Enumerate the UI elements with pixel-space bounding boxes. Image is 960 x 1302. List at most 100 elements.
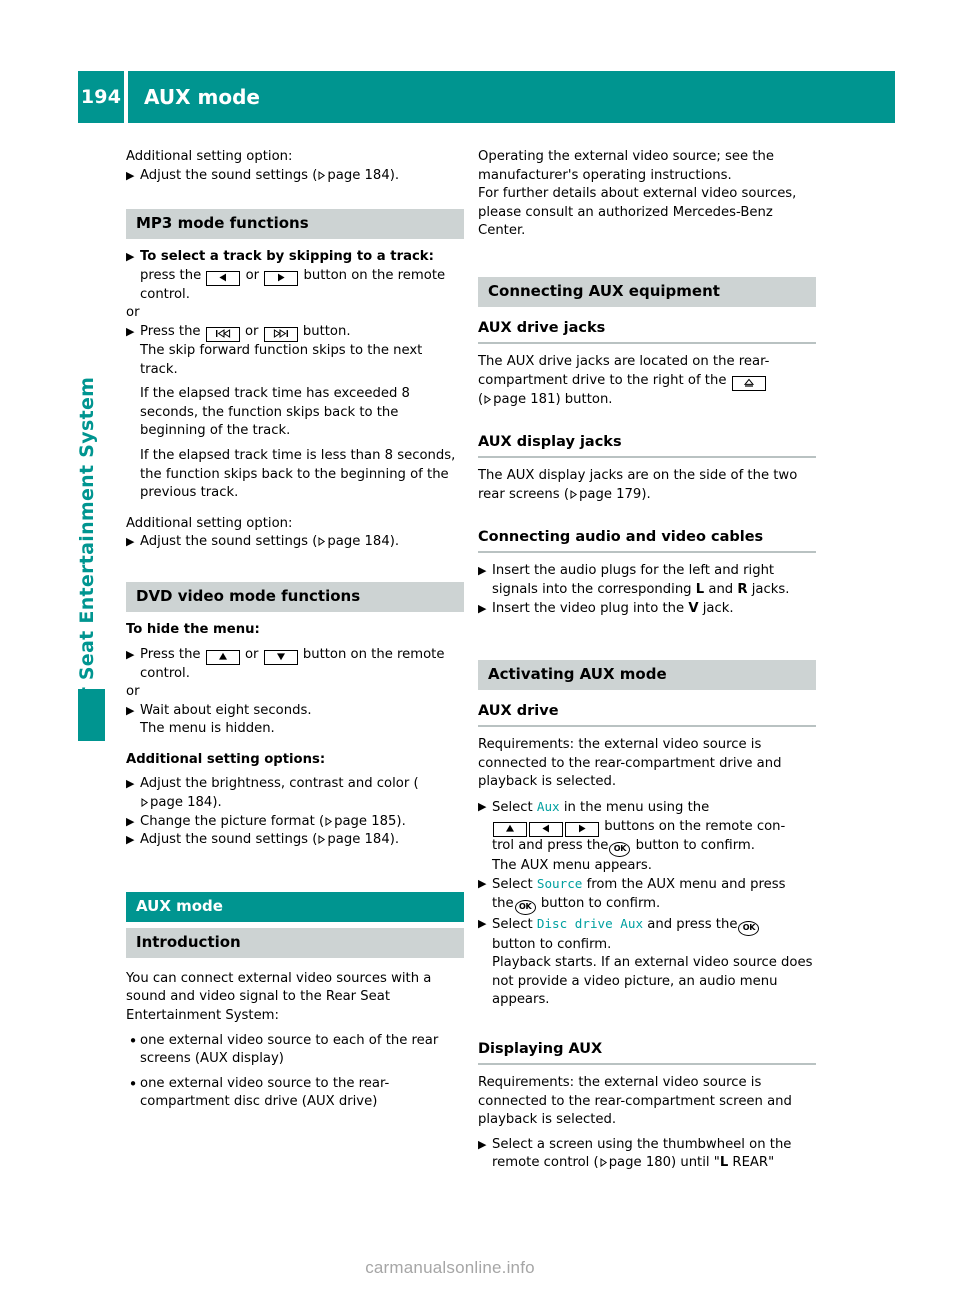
- mp3-step2-b: or: [244, 323, 259, 339]
- dvd-option-sound: ▶ Adjust the sound settings (page 184).: [126, 831, 464, 850]
- aux-drive-step2-b: from the AUX menu and press: [586, 877, 786, 893]
- mp3-section-heading: MP3 mode functions: [126, 209, 464, 240]
- page-number: 194: [78, 71, 124, 123]
- list-item: • one external video source to the rear-…: [126, 1075, 464, 1112]
- step-arrow-icon: ▶: [478, 877, 487, 891]
- dvd-option1-page-ref: page 184: [150, 795, 213, 811]
- mp3-step1-c: button on the remote: [303, 267, 446, 283]
- cables-step-video: ▶ Insert the video plug into the V jack.: [478, 600, 816, 619]
- page-reference-arrow-icon: [318, 170, 326, 180]
- intro-step-text-before: Adjust the sound settings (: [140, 167, 318, 183]
- cables-step-audio: ▶ Insert the audio plugs for the left an…: [478, 562, 816, 599]
- cables-step1-r: R: [737, 581, 748, 597]
- step-arrow-icon: ▶: [126, 535, 135, 549]
- mp3-step2-a: Press the: [140, 323, 201, 339]
- step-arrow-icon: ▶: [126, 647, 135, 661]
- aux-drive-jacks-text: The AUX drive jacks are located on the r…: [478, 353, 770, 407]
- dvd-options-label: Additional setting options:: [126, 751, 326, 767]
- step-arrow-icon: ▶: [478, 564, 487, 578]
- aux-bullet-1: one external video source to each of the…: [140, 1032, 439, 1067]
- cables-step2-a: Insert the video plug into the: [492, 600, 685, 616]
- activating-aux-mode-heading: Activating AUX mode: [478, 660, 816, 691]
- dvd-option2-before: Change the picture format (: [140, 813, 325, 829]
- aux-drive-jacks-text-a: The AUX drive jacks are located on the r…: [478, 353, 770, 388]
- step-arrow-icon: ▶: [126, 324, 135, 338]
- skip-previous-button-icon: [205, 326, 240, 342]
- arrow-right-button-icon: [565, 821, 599, 837]
- arrow-right-button-icon: [264, 270, 299, 286]
- aux-introduction-heading: Introduction: [126, 927, 464, 958]
- intro-step-page-ref: page 184: [327, 167, 390, 183]
- cables-step1-end: jacks.: [751, 581, 790, 597]
- page-reference-arrow-icon: [570, 489, 578, 499]
- aux-display-jacks-text: The AUX display jacks are on the side of…: [478, 467, 816, 504]
- menu-item-disc-drive-aux[interactable]: Disc drive Aux: [537, 916, 643, 931]
- step-arrow-icon: ▶: [126, 168, 135, 182]
- displaying-aux-step-select-screen: ▶ Select a screen using the thumbwheel o…: [478, 1136, 816, 1173]
- intro-step: ▶ Adjust the sound settings ( page 184).: [126, 167, 464, 186]
- mp3-step1-bold: To select a track by skipping to a track…: [140, 249, 434, 265]
- right-top-paragraph-2: For further details about external video…: [478, 186, 797, 239]
- cables-step2-end: jack.: [702, 600, 734, 616]
- dvd-step-press: ▶ Press the or button on the remote cont…: [126, 646, 464, 684]
- dvd-step1-line2: control.: [140, 665, 190, 681]
- dvd-step1-b: or: [244, 646, 259, 662]
- intro-step-text-after: ).: [389, 167, 400, 183]
- menu-item-aux[interactable]: Aux: [537, 799, 560, 814]
- connecting-cables-heading: Connecting audio and video cables: [478, 528, 816, 554]
- step-arrow-icon: ▶: [478, 601, 487, 615]
- dvd-step1-c: button on the remote: [302, 646, 445, 662]
- list-item: • one external video source to each of t…: [126, 1032, 464, 1069]
- arrow-left-button-icon: [206, 270, 241, 286]
- dvd-step2: Wait about eight seconds.: [140, 702, 312, 718]
- aux-display-jacks-after: ).: [641, 486, 651, 502]
- bullet-icon: •: [128, 1031, 138, 1050]
- aux-drive-jacks-text-b: ) button.: [555, 391, 613, 407]
- mp3-step1-line2: control.: [140, 286, 190, 302]
- aux-drive-step2-a: Select: [492, 877, 533, 893]
- dvd-option2-page-ref: page 185: [334, 813, 397, 829]
- cables-step1-l: L: [695, 581, 705, 597]
- aux-drive-step3-result: Playback starts. If an external video so…: [492, 955, 813, 1008]
- displaying-step1-b: ) until ": [671, 1155, 720, 1171]
- connecting-aux-equipment-heading: Connecting AUX equipment: [478, 276, 816, 307]
- aux-drive-jacks-page-ref: page 181: [493, 391, 556, 407]
- page-reference-arrow-icon: [325, 816, 333, 826]
- dvd-or-1: or: [126, 684, 140, 700]
- left-column: Additional setting option: ▶ Adjust the …: [126, 148, 464, 1112]
- step-arrow-icon: ▶: [478, 799, 487, 813]
- mp3-step1-b: or: [245, 267, 260, 283]
- intro-label: Additional setting option:: [126, 149, 293, 164]
- aux-drive-step3-b: and press the: [647, 916, 738, 932]
- mp3-setting-page-ref: page 184: [327, 534, 390, 550]
- aux-drive-jacks-heading: AUX drive jacks: [478, 319, 816, 344]
- dvd-option3-after: ).: [389, 832, 400, 848]
- aux-bullet-2: one external video source to the rear-co…: [140, 1075, 390, 1110]
- step-arrow-icon: ▶: [126, 833, 135, 847]
- mp3-setting-text-before: Adjust the sound settings (: [140, 534, 318, 550]
- menu-item-source[interactable]: Source: [537, 876, 583, 891]
- aux-drive-step2-c: the: [492, 895, 514, 911]
- eject-button-icon: [731, 375, 766, 391]
- aux-mode-section-heading: AUX mode: [126, 891, 464, 922]
- ok-button-icon: OK: [609, 841, 631, 857]
- aux-drive-step1-b: in the menu using the: [563, 799, 710, 815]
- aux-drive-step1-a: Select: [492, 799, 533, 815]
- mp3-para2: If the elapsed track time is less than 8…: [140, 447, 456, 501]
- dvd-option3-page-ref: page 184: [327, 832, 390, 848]
- dvd-option1-before: Adjust the brightness, contrast and colo…: [140, 776, 419, 792]
- chapter-side-label: Rear Seat Entertainment System: [76, 376, 98, 738]
- mp3-step1-a: press the: [140, 267, 202, 283]
- aux-drive-requirements: Requirements: the external video source …: [478, 737, 782, 790]
- bullet-icon: •: [128, 1074, 138, 1093]
- arrow-up-button-icon: [493, 821, 527, 837]
- dvd-step-wait: ▶ Wait about eight seconds. The menu is …: [126, 702, 464, 739]
- aux-drive-step2-d: button to confirm.: [540, 895, 661, 911]
- aux-drive-step1-e: button to confirm.: [635, 837, 755, 853]
- aux-introduction-paragraph: You can connect external video sources w…: [126, 970, 432, 1024]
- mp3-step2-c: button.: [302, 323, 351, 339]
- aux-drive-step-select-aux: ▶ Select Aux in the menu using the butto…: [478, 798, 816, 875]
- step-arrow-icon: ▶: [126, 777, 135, 791]
- chapter-thumb-marker: [78, 689, 105, 741]
- page-reference-arrow-icon: [318, 835, 326, 845]
